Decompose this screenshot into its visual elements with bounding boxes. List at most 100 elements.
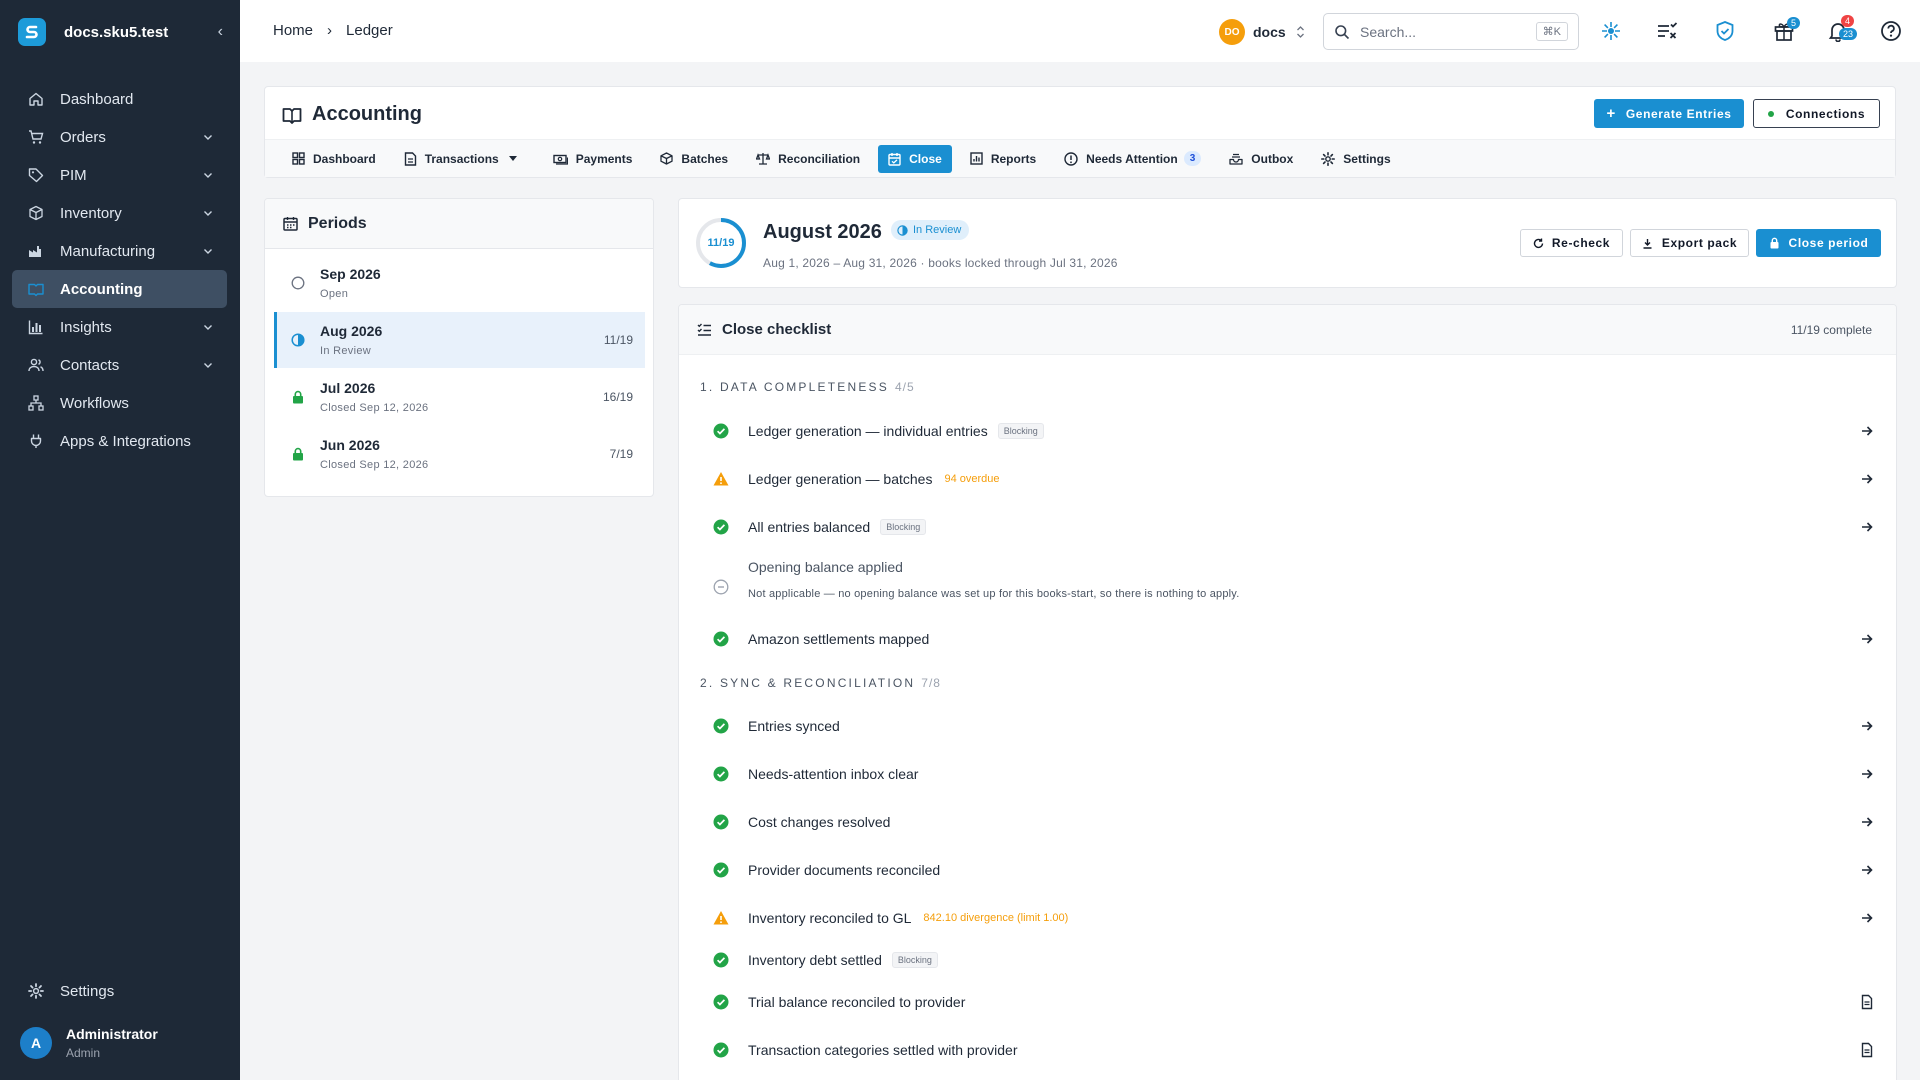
checklist-item[interactable]: Transaction categories settled with prov… xyxy=(713,1032,1875,1068)
checklist-item[interactable]: Inventory reconciled to GL 842.10 diverg… xyxy=(713,900,1875,936)
checklist-item[interactable]: Cost changes resolved xyxy=(713,804,1875,840)
bell-icon[interactable]: 4 23 xyxy=(1827,15,1858,42)
period-item-jun-2026[interactable]: Jun 2026 Closed Sep 12, 2026 7/19 xyxy=(274,426,645,482)
sidebar-settings: Settings xyxy=(12,972,227,1010)
shield-icon[interactable] xyxy=(1714,20,1736,42)
period-progress: 11/19 xyxy=(603,333,633,347)
arrow-right-icon[interactable] xyxy=(1859,423,1875,439)
sidebar-item-apps-integrations[interactable]: Apps & Integrations xyxy=(12,422,227,460)
document-report-icon[interactable] xyxy=(1859,994,1875,1010)
checklist-item-label: Needs-attention inbox clear xyxy=(748,766,919,782)
arrow-right-icon[interactable] xyxy=(1859,471,1875,487)
tab-label: Settings xyxy=(1343,151,1391,166)
tab-reconciliation[interactable]: Reconciliation xyxy=(746,145,870,173)
period-title: August 2026 xyxy=(763,221,882,243)
connections-button[interactable]: Connections xyxy=(1753,99,1880,128)
help-icon[interactable] xyxy=(1880,20,1902,42)
tag-icon xyxy=(27,166,45,184)
avatar: A xyxy=(20,1027,52,1059)
box-icon xyxy=(27,204,45,222)
chevron-down-icon xyxy=(203,208,213,218)
checklist-item[interactable]: All entries balanced Blocking xyxy=(713,509,1875,545)
sidebar-item-dashboard[interactable]: Dashboard xyxy=(12,80,227,118)
tab-payments[interactable]: Payments xyxy=(543,145,643,173)
tab-close[interactable]: Close xyxy=(878,144,952,173)
checklist-item[interactable]: Needs-attention inbox clear xyxy=(713,756,1875,792)
sidebar-item-manufacturing[interactable]: Manufacturing xyxy=(12,232,227,270)
check-circle-icon xyxy=(713,423,729,439)
collapse-sidebar-icon[interactable]: ‹ xyxy=(218,23,223,41)
checklist-item[interactable]: Amazon settlements mapped xyxy=(713,621,1875,657)
generate-entries-button[interactable]: + Generate Entries xyxy=(1594,99,1744,128)
user-menu[interactable]: A Administrator Admin xyxy=(20,1026,158,1060)
accounting-tabs: Dashboard Transactions Payments Batches … xyxy=(265,139,1895,177)
tab-reports[interactable]: Reports xyxy=(960,145,1046,173)
period-item-sep-2026[interactable]: Sep 2026 Open xyxy=(274,255,645,311)
half-circle-icon xyxy=(291,333,305,347)
sidebar-item-label: Orders xyxy=(60,128,106,146)
cart-icon xyxy=(27,128,45,146)
arrow-right-icon[interactable] xyxy=(1859,766,1875,782)
checklist-item-label: Entries synced xyxy=(748,718,840,734)
arrow-right-icon[interactable] xyxy=(1859,519,1875,535)
ledger-book-icon xyxy=(27,280,45,298)
workspace-switcher[interactable]: DO docs xyxy=(1219,19,1305,45)
checklist-item[interactable]: Provider documents reconciled xyxy=(713,852,1875,888)
tab-settings[interactable]: Settings xyxy=(1311,145,1400,173)
export-pack-button[interactable]: Export pack xyxy=(1630,229,1749,257)
sidebar-item-orders[interactable]: Orders xyxy=(12,118,227,156)
sidebar-item-contacts[interactable]: Contacts xyxy=(12,346,227,384)
checklist-item-label: Cost changes resolved xyxy=(748,814,891,830)
period-name: Aug 2026 xyxy=(320,323,383,339)
sidebar-item-insights[interactable]: Insights xyxy=(12,308,227,346)
check-circle-icon xyxy=(713,631,729,647)
integrations-hub-icon[interactable] xyxy=(1600,20,1622,42)
checklist-item[interactable]: Ledger generation — individual entries B… xyxy=(713,413,1875,449)
chevron-down-icon xyxy=(203,170,213,180)
sidebar-item-accounting[interactable]: Accounting xyxy=(12,270,227,308)
sidebar-item-label: PIM xyxy=(60,166,87,184)
brand: docs.sku5.test ‹ xyxy=(18,18,223,46)
sidebar-item-workflows[interactable]: Workflows xyxy=(12,384,227,422)
not-applicable-icon xyxy=(713,579,729,595)
arrow-right-icon[interactable] xyxy=(1859,862,1875,878)
page-title-text: Accounting xyxy=(312,103,422,125)
recheck-button[interactable]: Re-check xyxy=(1520,229,1623,257)
checklist-item-label: All entries balanced xyxy=(748,519,871,535)
tab-label: Batches xyxy=(681,151,729,166)
blocking-badge: Blocking xyxy=(997,423,1044,439)
sidebar-item-inventory[interactable]: Inventory xyxy=(12,194,227,232)
caret-down-icon xyxy=(508,156,525,161)
chevron-down-icon xyxy=(203,322,213,332)
document-report-icon[interactable] xyxy=(1859,1042,1875,1058)
workflow-icon xyxy=(27,394,45,412)
arrow-right-icon[interactable] xyxy=(1859,910,1875,926)
checklist-item[interactable]: Entries synced xyxy=(713,708,1875,744)
tab-transactions[interactable]: Transactions xyxy=(394,145,535,173)
tab-batches[interactable]: Batches xyxy=(650,145,738,173)
payments-cash-icon xyxy=(553,153,576,165)
period-item-aug-2026[interactable]: Aug 2026 In Review 11/19 xyxy=(274,312,645,368)
task-checklist-icon[interactable] xyxy=(1656,20,1678,42)
check-circle-icon xyxy=(713,994,729,1010)
search-input[interactable]: Search... ⌘K xyxy=(1323,13,1579,50)
sidebar-item-settings[interactable]: Settings xyxy=(12,972,227,1010)
checklist-icon xyxy=(697,323,722,336)
arrow-right-icon[interactable] xyxy=(1859,814,1875,830)
tab-dashboard[interactable]: Dashboard xyxy=(282,145,386,173)
checklist-item[interactable]: Ledger generation — batches 94 overdue xyxy=(713,461,1875,497)
app-logo-icon[interactable] xyxy=(18,18,46,46)
close-period-label: Close period xyxy=(1788,236,1869,250)
tab-needs-attention[interactable]: Needs Attention 3 xyxy=(1054,145,1211,173)
gift-icon[interactable]: 5 xyxy=(1773,17,1801,42)
checklist-item[interactable]: Trial balance reconciled to provider xyxy=(713,984,1875,1020)
checklist-complete-count: 11/19 complete xyxy=(1790,322,1872,337)
sidebar-item-pim[interactable]: PIM xyxy=(12,156,227,194)
checklist-item-label: Provider documents reconciled xyxy=(748,862,941,878)
breadcrumb-home[interactable]: Home xyxy=(273,22,313,39)
close-period-button[interactable]: Close period xyxy=(1756,229,1881,257)
tab-outbox[interactable]: Outbox xyxy=(1219,145,1303,173)
arrow-right-icon[interactable] xyxy=(1859,631,1875,647)
arrow-right-icon[interactable] xyxy=(1859,718,1875,734)
period-item-jul-2026[interactable]: Jul 2026 Closed Sep 12, 2026 16/19 xyxy=(274,369,645,425)
